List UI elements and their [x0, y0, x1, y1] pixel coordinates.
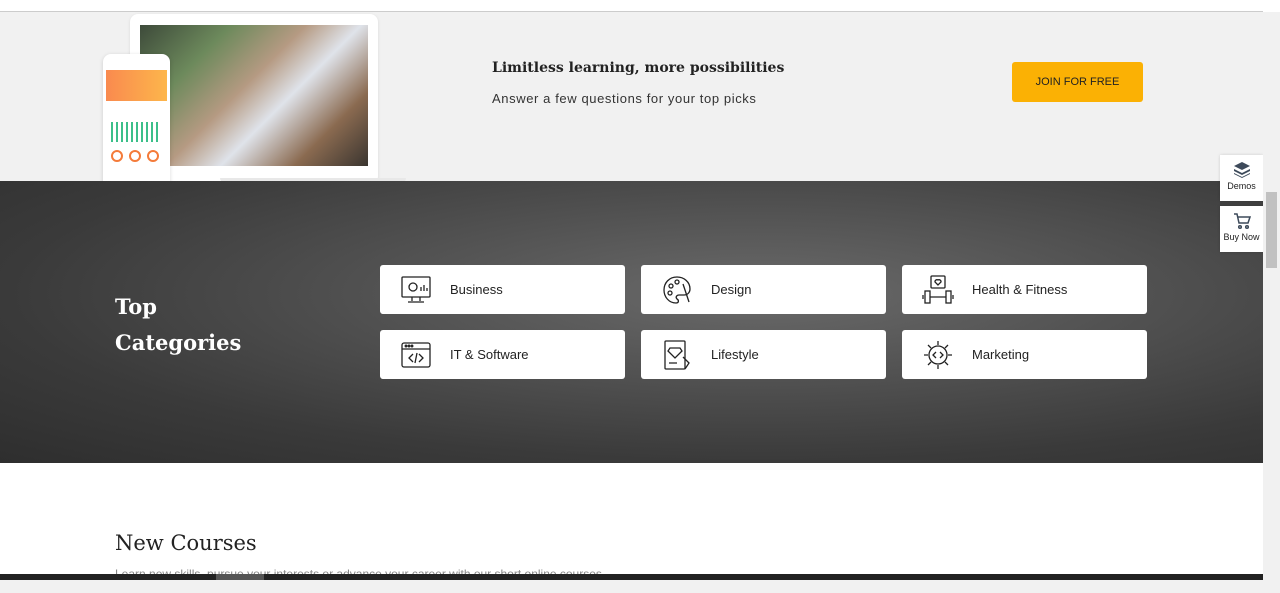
category-it-software[interactable]: IT & Software: [380, 330, 625, 379]
category-lifestyle[interactable]: Lifestyle: [641, 330, 886, 379]
vertical-scrollbar[interactable]: [1263, 12, 1280, 580]
top-categories-section: Top Categories Business Design Health & …: [0, 181, 1263, 463]
category-health-fitness[interactable]: Health & Fitness: [902, 265, 1147, 314]
category-label: Health & Fitness: [972, 282, 1068, 297]
layers-icon: [1233, 162, 1250, 178]
promo-subtitle: Answer a few questions for your top pick…: [492, 91, 757, 106]
gear-code-icon: [924, 340, 952, 369]
category-label: Design: [711, 282, 752, 297]
category-label: Marketing: [972, 347, 1030, 362]
cart-icon: [1233, 213, 1251, 230]
category-business[interactable]: Business: [380, 265, 625, 314]
dumbbell-icon: [922, 274, 954, 304]
browser-bottom-edge: [0, 580, 1280, 593]
buy-now-label: Buy Now: [1223, 232, 1260, 242]
category-label: IT & Software: [450, 347, 529, 362]
category-marketing[interactable]: Marketing: [902, 330, 1147, 379]
palette-icon: [663, 275, 691, 304]
demos-label: Demos: [1227, 181, 1256, 191]
code-window-icon: [401, 341, 431, 368]
phone-mockup-image: [103, 54, 170, 196]
demos-button[interactable]: Demos: [1220, 155, 1263, 201]
category-label: Lifestyle: [711, 347, 759, 362]
browser-top-edge: [0, 0, 1263, 12]
buy-now-button[interactable]: Buy Now: [1220, 206, 1263, 252]
new-courses-title: New Courses: [115, 531, 257, 555]
scrollbar-thumb[interactable]: [1266, 192, 1277, 268]
tablet-diamond-icon: [664, 339, 690, 370]
category-label: Business: [450, 282, 503, 297]
join-for-free-button[interactable]: JOIN FOR FREE: [1012, 62, 1143, 102]
promo-title: Limitless learning, more possibilities: [492, 60, 785, 76]
promo-banner: Limitless learning, more possibilities A…: [0, 12, 1263, 196]
section-title: Top Categories: [115, 294, 242, 355]
category-design[interactable]: Design: [641, 265, 886, 314]
monitor-gear-icon: [401, 275, 431, 303]
